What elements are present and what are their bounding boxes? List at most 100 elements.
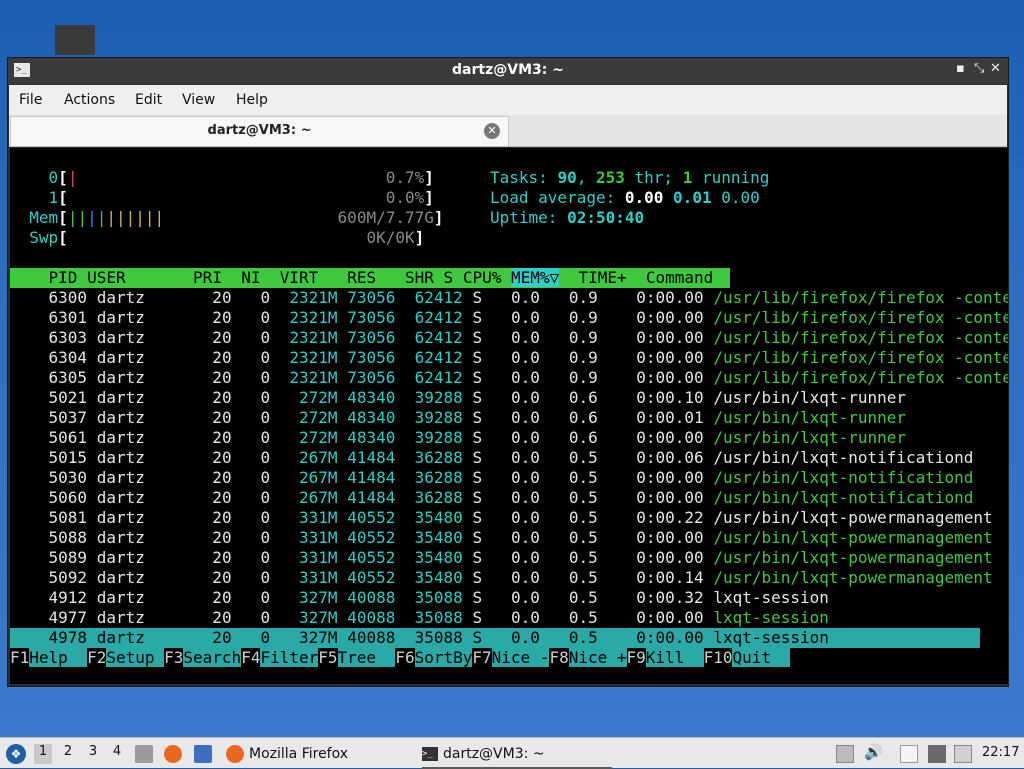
window-title: dartz@VM3: ~	[452, 62, 564, 78]
table-row-selected[interactable]: 4978 dartz 20 0 327M 40088 35088 S 0.0 0…	[10, 628, 980, 648]
cell-s: S	[472, 588, 483, 607]
col-command[interactable]: Command	[646, 268, 713, 287]
workspace-4[interactable]: 4	[108, 744, 126, 764]
menu-edit[interactable]: Edit	[135, 92, 162, 108]
menu-file[interactable]: File	[19, 92, 42, 108]
cell-shr: 39288	[405, 428, 463, 447]
fkey-f7-label[interactable]: Nice -	[491, 648, 550, 667]
cell-ni: 0	[241, 628, 271, 647]
table-row[interactable]: 5015 dartz 20 0 267M 41484 36288 S 0.0 0…	[10, 448, 974, 468]
col-shr[interactable]: SHR	[405, 268, 434, 287]
cell-shr: 35480	[405, 568, 463, 587]
col-user[interactable]: USER	[87, 268, 126, 287]
fkey-f6-label[interactable]: SortBy	[414, 648, 473, 667]
table-row[interactable]: 5060 dartz 20 0 267M 41484 36288 S 0.0 0…	[10, 488, 974, 508]
show-desktop-icon[interactable]	[194, 745, 212, 763]
fkey-f5-label[interactable]: Tree	[337, 648, 396, 667]
workspace-2[interactable]: 2	[59, 744, 77, 764]
cell-virt: 2321M	[279, 328, 338, 347]
table-row[interactable]: 6301 dartz 20 0 2321M 73056 62412 S 0.0 …	[10, 308, 1008, 328]
clipboard-icon[interactable]	[900, 745, 918, 763]
col-cpu[interactable]: CPU%	[463, 268, 502, 287]
table-row[interactable]: 6304 dartz 20 0 2321M 73056 62412 S 0.0 …	[10, 348, 1008, 368]
table-row[interactable]: 6305 dartz 20 0 2321M 73056 62412 S 0.0 …	[10, 368, 1008, 388]
col-mem-sorted[interactable]: MEM%▽	[511, 268, 560, 287]
cell-shr: 36288	[405, 468, 463, 487]
app-menu-icon[interactable]: ❖	[6, 744, 26, 764]
cell-virt: 331M	[279, 528, 338, 547]
cell-pri: 20	[202, 588, 232, 607]
fkey-f4-label[interactable]: Filter	[260, 648, 319, 667]
menu-view[interactable]: View	[182, 92, 215, 108]
firefox-launcher-icon[interactable]	[164, 745, 182, 763]
fkey-f3[interactable]: F3	[164, 648, 184, 667]
col-res[interactable]: RES	[347, 268, 376, 287]
table-row[interactable]: 5089 dartz 20 0 331M 40552 35480 S 0.0 0…	[10, 548, 993, 568]
workspace-3[interactable]: 3	[84, 744, 102, 764]
table-row[interactable]: 5061 dartz 20 0 272M 48340 39288 S 0.0 0…	[10, 428, 906, 448]
tab-terminal[interactable]: dartz@VM3: ~ ✕	[10, 116, 509, 146]
menu-help[interactable]: Help	[236, 92, 268, 108]
fkey-f1-label[interactable]: Help	[29, 648, 88, 667]
fkey-f8-label[interactable]: Nice +	[568, 648, 627, 667]
close-button[interactable]: ✕	[990, 61, 1001, 76]
cell-virt: 327M	[279, 628, 338, 647]
table-row[interactable]: 5037 dartz 20 0 272M 48340 39288 S 0.0 0…	[10, 408, 906, 428]
fkey-f6[interactable]: F6	[395, 648, 415, 667]
taskbar-terminal[interactable]: >_ dartz@VM3: ~	[422, 741, 612, 769]
minimize-button[interactable]: ▪	[956, 61, 965, 76]
file-manager-icon[interactable]	[135, 745, 153, 763]
fkey-f10-label[interactable]: Quit	[732, 648, 791, 667]
terminal-area[interactable]: 0[| 0.7%] 1[ 0.0%] Mem[|||||||||| 600M/7…	[10, 148, 1008, 684]
table-row[interactable]: 4977 dartz 20 0 327M 40088 35088 S 0.0 0…	[10, 608, 829, 628]
fkey-f9-label[interactable]: Kill	[645, 648, 704, 667]
volume-icon[interactable]: 🔊	[864, 743, 883, 761]
fkey-f8[interactable]: F8	[549, 648, 569, 667]
window-titlebar[interactable]: >_ dartz@VM3: ~ ▪ ⤡ ✕	[8, 58, 1008, 84]
table-row[interactable]: 4912 dartz 20 0 327M 40088 35088 S 0.0 0…	[10, 588, 829, 608]
cell-shr: 36288	[405, 448, 463, 467]
fkey-f2[interactable]: F2	[87, 648, 107, 667]
taskbar-firefox[interactable]: Mozilla Firefox	[226, 741, 416, 767]
table-row[interactable]: 5088 dartz 20 0 331M 40552 35480 S 0.0 0…	[10, 528, 993, 548]
tray-arrow-icon[interactable]	[836, 745, 854, 763]
table-row[interactable]: 5092 dartz 20 0 331M 40552 35480 S 0.0 0…	[10, 568, 993, 588]
fkey-f10[interactable]: F10	[703, 648, 733, 667]
workspace-1[interactable]: 1	[34, 744, 52, 764]
cell-mem: 0.9	[549, 308, 598, 327]
table-row[interactable]: 5081 dartz 20 0 331M 40552 35480 S 0.0 0…	[10, 508, 993, 528]
col-ni[interactable]: NI	[241, 268, 260, 287]
cell-shr: 35480	[405, 528, 463, 547]
network-icon[interactable]	[928, 745, 946, 763]
table-row[interactable]: 6303 dartz 20 0 2321M 73056 62412 S 0.0 …	[10, 328, 1008, 348]
update-icon[interactable]	[954, 745, 972, 763]
desktop-icon[interactable]	[55, 25, 95, 55]
fkey-f5[interactable]: F5	[318, 648, 338, 667]
table-row[interactable]: 5021 dartz 20 0 272M 48340 39288 S 0.0 0…	[10, 388, 906, 408]
table-row[interactable]: 5030 dartz 20 0 267M 41484 36288 S 0.0 0…	[10, 468, 974, 488]
col-pri[interactable]: PRI	[193, 268, 222, 287]
cell-pid: 6304	[10, 348, 88, 367]
swp-meter: Swp[ 0K/0K]	[29, 228, 425, 247]
fkey-f1[interactable]: F1	[10, 648, 30, 667]
col-s[interactable]: S	[444, 268, 454, 287]
cell-s: S	[472, 408, 483, 427]
cell-cpu: 0.0	[491, 628, 540, 647]
menu-actions[interactable]: Actions	[64, 92, 115, 108]
maximize-button[interactable]: ⤡	[974, 61, 984, 76]
cell-time: 0:00.00	[616, 428, 704, 447]
col-pid[interactable]: PID	[49, 268, 78, 287]
table-row[interactable]: 6300 dartz 20 0 2321M 73056 62412 S 0.0 …	[10, 288, 1008, 308]
col-time[interactable]: TIME+	[578, 268, 626, 287]
fkey-f4[interactable]: F4	[241, 648, 261, 667]
fkey-f2-label[interactable]: Setup	[106, 648, 165, 667]
clock[interactable]: 22:17	[982, 745, 1019, 760]
fkey-f9[interactable]: F9	[626, 648, 646, 667]
cell-shr: 39288	[405, 408, 463, 427]
cell-cpu: 0.0	[491, 448, 540, 467]
tab-close-icon[interactable]: ✕	[484, 123, 500, 139]
col-virt[interactable]: VIRT	[280, 268, 319, 287]
fkey-f3-label[interactable]: Search	[183, 648, 242, 667]
fkey-f7[interactable]: F7	[472, 648, 492, 667]
cell-ni: 0	[241, 388, 271, 407]
